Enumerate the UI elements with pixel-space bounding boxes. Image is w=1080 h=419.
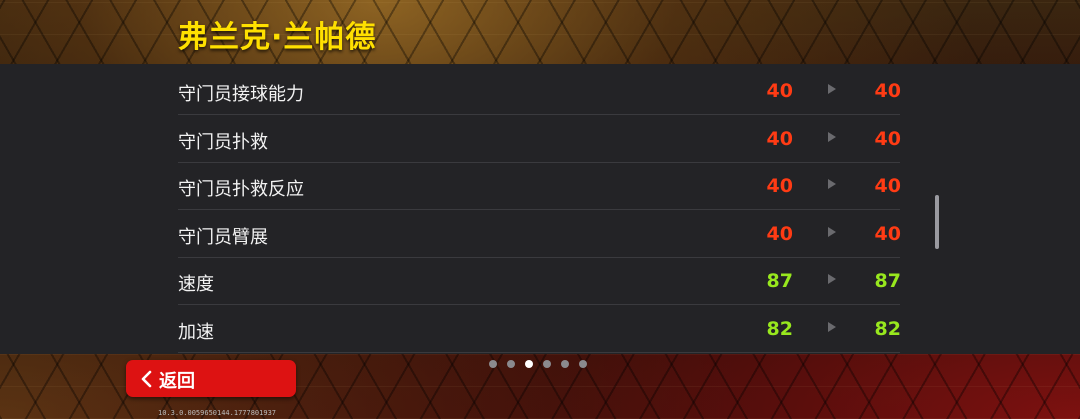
back-button[interactable]: 返回 [126, 360, 296, 397]
attribute-label: 守门员扑救 [178, 132, 268, 153]
attribute-new-value: 87 [874, 270, 901, 292]
back-button-label: 返回 [159, 371, 195, 392]
attribute-old-value: 87 [766, 270, 793, 292]
attribute-old-value: 40 [766, 175, 793, 197]
attribute-panel[interactable]: 守门员接球能力 40 40 守门员扑救 40 40 守门员扑救反应 40 40 … [0, 64, 1080, 354]
arrow-right-icon [828, 227, 836, 237]
page-dot[interactable] [561, 360, 569, 368]
page-dot[interactable] [579, 360, 587, 368]
attribute-row: 守门员臂展 40 40 [178, 210, 901, 258]
arrow-right-icon [828, 322, 836, 332]
attribute-label: 守门员扑救反应 [178, 179, 304, 200]
attribute-new-value: 82 [874, 318, 901, 340]
arrow-right-icon [828, 84, 836, 94]
arrow-right-icon [828, 274, 836, 284]
attribute-old-value: 40 [766, 128, 793, 150]
attribute-row: 守门员扑救 40 40 [178, 115, 901, 163]
page-dot[interactable] [507, 360, 515, 368]
attribute-label: 守门员臂展 [178, 227, 268, 248]
scrollbar-thumb[interactable] [935, 195, 939, 249]
attribute-new-value: 40 [874, 80, 901, 102]
player-name-title: 弗兰克·兰帕德 [178, 20, 377, 55]
attribute-label: 加速 [178, 322, 214, 343]
attribute-new-value: 40 [874, 175, 901, 197]
chevron-left-icon [141, 370, 152, 388]
page-dot[interactable] [489, 360, 497, 368]
arrow-right-icon [828, 132, 836, 142]
attribute-row: 守门员扑救反应 40 40 [178, 162, 901, 210]
version-text: 10.3.0.0059650144.1777801937 [158, 409, 277, 417]
page-indicator [489, 360, 587, 369]
page-dot[interactable] [543, 360, 551, 368]
attribute-row: 速度 87 87 [178, 257, 901, 305]
attribute-label: 速度 [178, 274, 214, 295]
attribute-new-value: 40 [874, 128, 901, 150]
attribute-label: 守门员接球能力 [178, 84, 304, 105]
attribute-old-value: 40 [766, 223, 793, 245]
attribute-old-value: 40 [766, 80, 793, 102]
attribute-row: 加速 82 82 [178, 305, 901, 353]
arrow-right-icon [828, 179, 836, 189]
attribute-new-value: 40 [874, 223, 901, 245]
attribute-row: 守门员接球能力 40 40 [178, 67, 901, 115]
attribute-old-value: 82 [766, 318, 793, 340]
page-dot-active[interactable] [525, 360, 533, 368]
